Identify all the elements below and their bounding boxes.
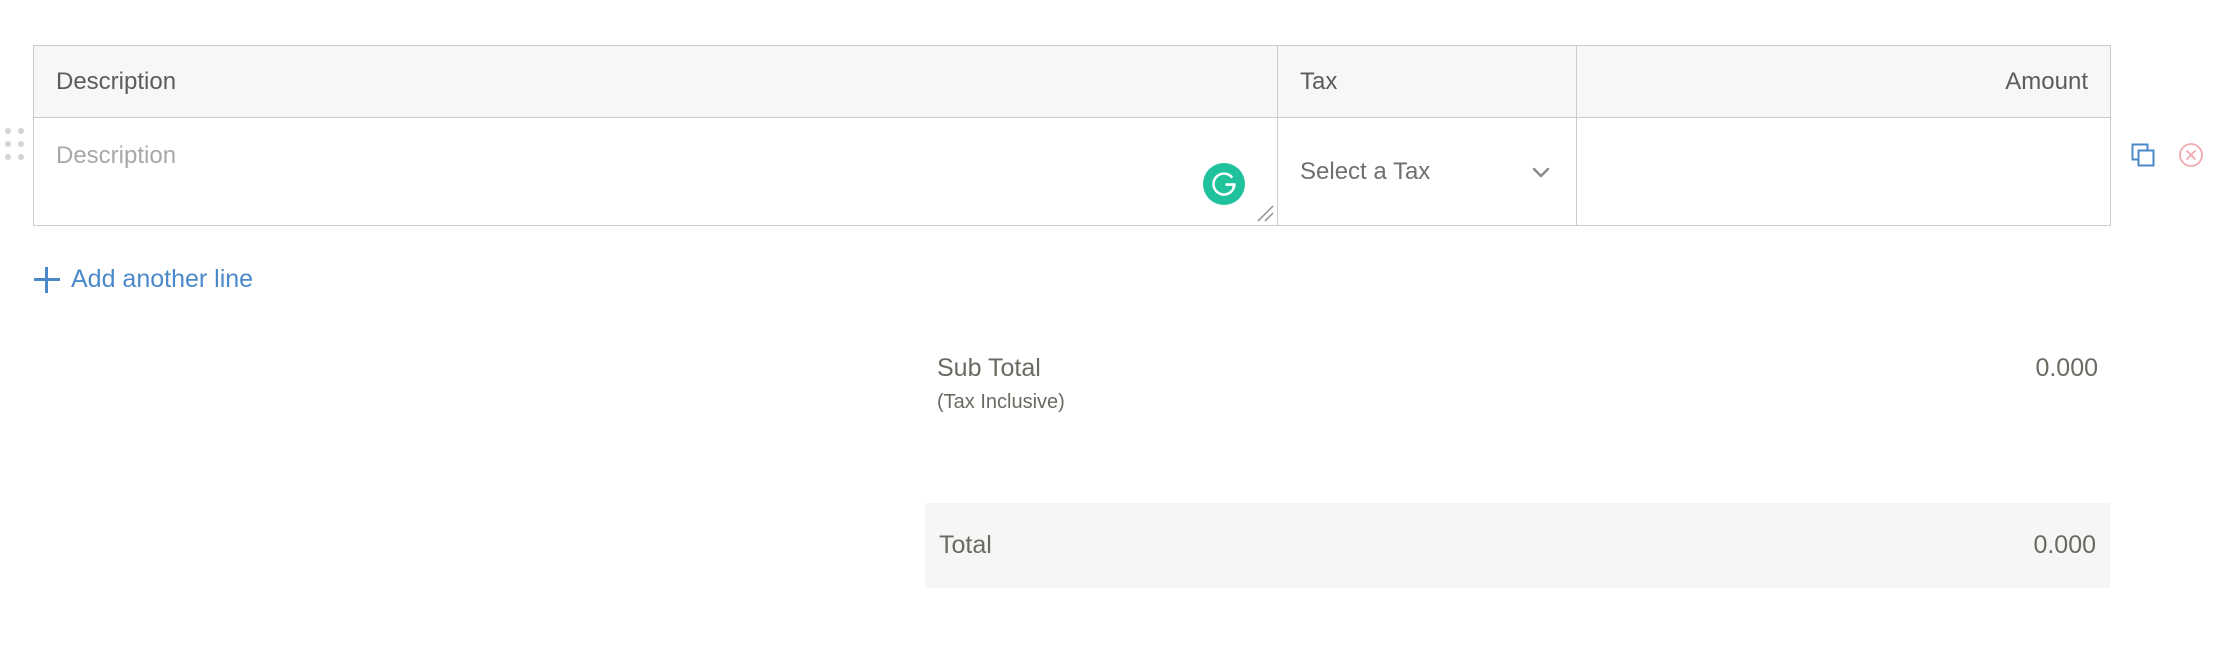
tax-select[interactable]: Select a Tax: [1278, 118, 1576, 225]
grammarly-icon[interactable]: [1203, 163, 1245, 205]
column-header-amount: Amount: [1576, 45, 2111, 118]
remove-circle-icon[interactable]: [2176, 140, 2206, 170]
column-header-tax: Tax: [1277, 45, 1577, 118]
drag-handle-dot: [17, 141, 24, 147]
total-label: Total: [939, 531, 992, 559]
plus-icon: [34, 266, 60, 293]
table-header: Description Tax Amount: [33, 45, 2111, 118]
sub-total-label-group: Sub Total (Tax Inclusive): [937, 354, 1065, 413]
total-value: 0.000: [2033, 531, 2096, 559]
tax-select-value: Select a Tax: [1300, 157, 1431, 185]
add-another-line-button[interactable]: Add another line: [34, 265, 253, 294]
column-header-description: Description: [33, 45, 1278, 118]
sub-total-note: (Tax Inclusive): [937, 390, 1065, 413]
add-another-line-label: Add another line: [71, 265, 254, 293]
drag-handle-dot: [17, 128, 24, 134]
table-header-row: Description Tax Amount: [33, 45, 2111, 118]
totals-section: Sub Total (Tax Inclusive) 0.000 Total 0.…: [925, 354, 2110, 588]
table-row: Select a Tax: [33, 117, 2111, 226]
line-items-section: Description Tax Amount Description Selec…: [0, 0, 2236, 652]
cell-tax: Select a Tax: [1277, 117, 1577, 226]
drag-handle-dot: [17, 154, 24, 160]
cell-amount: [1576, 117, 2111, 226]
line-items-table: Description Tax Amount Description Selec…: [33, 45, 2111, 226]
row-actions: [2128, 140, 2206, 170]
drag-handle-icon[interactable]: [5, 128, 25, 162]
resize-grip-icon[interactable]: [1253, 201, 1275, 223]
drag-handle-dot: [5, 141, 11, 147]
drag-handle-dot: [5, 154, 11, 160]
sub-total-row: Sub Total (Tax Inclusive) 0.000: [925, 354, 2110, 413]
sub-total-value: 0.000: [2035, 354, 2098, 382]
drag-handle-dot: [5, 128, 11, 134]
description-input[interactable]: [34, 118, 1277, 225]
cell-description: [33, 117, 1278, 226]
total-row: Total 0.000: [925, 503, 2110, 588]
amount-value[interactable]: [1577, 118, 2110, 225]
chevron-down-icon: [1530, 161, 1552, 183]
sub-total-label: Sub Total: [937, 354, 1041, 382]
table-body: Select a Tax: [33, 117, 2111, 226]
copy-icon[interactable]: [2128, 140, 2158, 170]
